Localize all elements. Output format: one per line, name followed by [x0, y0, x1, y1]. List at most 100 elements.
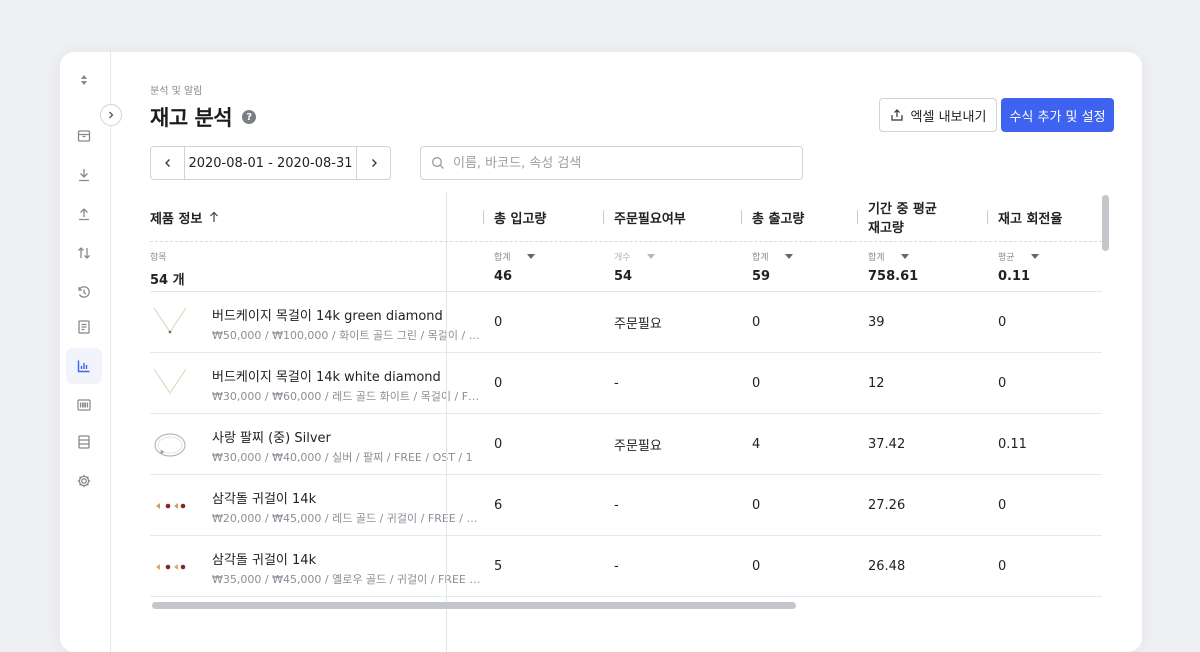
- cell-order-needed: 주문필요: [614, 317, 662, 332]
- product-name[interactable]: 사랑 팔찌 (중) Silver: [212, 427, 331, 446]
- chevron-right-icon: [371, 159, 377, 167]
- col-header-order-needed-label: 주문필요여부: [614, 211, 686, 227]
- col-header-inbound-label: 총 입고량: [494, 211, 547, 227]
- summary-outbound-label: 합계: [752, 253, 769, 263]
- barcode-icon[interactable]: [66, 387, 102, 423]
- cell-turnover: 0: [998, 315, 1007, 330]
- cell-inbound: 6: [494, 498, 503, 513]
- summary-avg-stock[interactable]: 합계 758.61: [868, 250, 918, 284]
- product-name[interactable]: 버드케이지 목걸이 14k green diamond: [212, 305, 443, 324]
- table-header: 제품 정보 총 입고량 주문필요여부 총 출고량 기간 중 평균 재고량 재고 …: [150, 192, 1102, 242]
- product-meta: ₩30,000 / ₩60,000 / 레드 골드 화이트 / 목걸이 / FR…: [212, 390, 482, 403]
- caret-down-icon[interactable]: [784, 254, 793, 259]
- cell-avg-stock: 39: [868, 315, 885, 330]
- vertical-scrollbar[interactable]: [1102, 195, 1109, 251]
- sidebar-expand-button[interactable]: [100, 104, 122, 126]
- cell-avg-stock: 27.26: [868, 498, 906, 513]
- cell-inbound: 5: [494, 559, 503, 574]
- help-icon[interactable]: ?: [242, 110, 257, 124]
- table-row[interactable]: 삼각돌 귀걸이 14k ₩35,000 / ₩45,000 / 옐로우 골드 /…: [150, 536, 1102, 597]
- summary-outbound-value: 59: [752, 269, 771, 284]
- summary-product: 항목 54 개: [150, 250, 185, 288]
- document-icon[interactable]: [66, 309, 102, 345]
- product-meta: ₩35,000 / ₩45,000 / 옐로우 골드 / 귀걸이 / FREE …: [212, 573, 482, 586]
- cell-inbound: 0: [494, 315, 503, 330]
- horizontal-scrollbar[interactable]: [152, 602, 796, 609]
- table-row[interactable]: 삼각돌 귀걸이 14k ₩20,000 / ₩45,000 / 레드 골드 / …: [150, 475, 1102, 536]
- summary-avg-stock-value: 758.61: [868, 269, 919, 284]
- cell-order-needed: -: [614, 498, 619, 513]
- caret-down-icon[interactable]: [900, 254, 909, 259]
- caret-down-icon[interactable]: [1030, 254, 1039, 259]
- cell-turnover: 0: [998, 498, 1007, 513]
- frozen-column-divider: [446, 192, 447, 652]
- cell-inbound: 0: [494, 437, 503, 452]
- caret-down-icon[interactable]: [646, 254, 655, 259]
- gear-icon[interactable]: [66, 463, 102, 499]
- cell-turnover: 0: [998, 559, 1007, 574]
- cell-outbound: 0: [752, 376, 761, 391]
- search-box: [420, 146, 803, 180]
- add-formula-button[interactable]: 수식 추가 및 설정: [1001, 98, 1114, 132]
- title-row: 재고 분석 ?: [150, 102, 257, 132]
- summary-row: 항목 54 개 합계 46 개수 54 합계 59 합계 758.61 평균 0…: [150, 242, 1102, 292]
- earring-thumbnail: [156, 564, 186, 570]
- breadcrumb: 분석 및 알림: [150, 86, 203, 97]
- cell-order-needed: -: [614, 559, 619, 574]
- summary-avg-stock-label: 합계: [868, 253, 885, 263]
- summary-outbound[interactable]: 합계 59: [752, 250, 793, 284]
- sort-toggle-icon[interactable]: [66, 62, 102, 98]
- main-content: 분석 및 알림 재고 분석 ? 엑셀 내보내기 수식 추가 및 설정 2020-…: [112, 52, 1142, 652]
- product-name[interactable]: 삼각돌 귀걸이 14k: [212, 488, 316, 507]
- date-range-value[interactable]: 2020-08-01 - 2020-08-31: [185, 147, 356, 179]
- export-icon: [890, 109, 903, 121]
- product-meta: ₩50,000 / ₩100,000 / 화이트 골드 그린 / 목걸이 / F…: [212, 329, 482, 342]
- export-excel-button[interactable]: 엑셀 내보내기: [879, 98, 997, 132]
- page-title: 재고 분석: [150, 106, 233, 130]
- sort-ascending-icon[interactable]: [208, 211, 220, 223]
- col-header-avg-stock-line1: 기간 중 평균: [868, 202, 937, 217]
- bar-chart-icon[interactable]: [66, 348, 102, 384]
- product-meta: ₩30,000 / ₩40,000 / 실버 / 팔찌 / FREE / OST…: [212, 451, 473, 464]
- col-header-avg-stock[interactable]: 기간 중 평균 재고량: [857, 192, 937, 242]
- transfer-icon[interactable]: [66, 235, 102, 271]
- prev-period-button[interactable]: [151, 147, 185, 179]
- summary-inbound-value: 46: [494, 269, 513, 284]
- history-icon[interactable]: [66, 274, 102, 310]
- summary-turnover[interactable]: 평균 0.11: [998, 250, 1039, 284]
- col-header-outbound-label: 총 출고량: [752, 211, 805, 227]
- table-row[interactable]: 버드케이지 목걸이 14k white diamond ₩30,000 / ₩6…: [150, 353, 1102, 414]
- col-header-product[interactable]: 제품 정보: [150, 192, 220, 242]
- cell-avg-stock: 26.48: [868, 559, 906, 574]
- col-header-turnover-label: 재고 회전율: [998, 211, 1063, 227]
- summary-turnover-value: 0.11: [998, 269, 1031, 284]
- table-row[interactable]: 사랑 팔찌 (중) Silver ₩30,000 / ₩40,000 / 실버 …: [150, 414, 1102, 475]
- cell-outbound: 0: [752, 498, 761, 513]
- cell-order-needed: 주문필요: [614, 439, 662, 454]
- box-icon[interactable]: [66, 118, 102, 154]
- necklace-thumbnail: [153, 368, 187, 395]
- product-meta: ₩20,000 / ₩45,000 / 레드 골드 / 귀걸이 / FREE /…: [212, 512, 482, 525]
- download-icon[interactable]: [66, 157, 102, 193]
- col-header-outbound[interactable]: 총 출고량: [741, 192, 805, 242]
- cell-inbound: 0: [494, 376, 503, 391]
- summary-inbound[interactable]: 합계 46: [494, 250, 535, 284]
- caret-down-icon[interactable]: [526, 254, 535, 259]
- summary-order-needed[interactable]: 개수 54: [614, 250, 655, 284]
- next-period-button[interactable]: [356, 147, 390, 179]
- list-icon[interactable]: [66, 424, 102, 460]
- date-range-picker: 2020-08-01 - 2020-08-31: [150, 146, 391, 180]
- product-name[interactable]: 삼각돌 귀걸이 14k: [212, 549, 316, 568]
- col-header-avg-stock-line2: 재고량: [868, 221, 904, 236]
- search-input[interactable]: [453, 155, 783, 171]
- table-row[interactable]: 버드케이지 목걸이 14k green diamond ₩50,000 / ₩1…: [150, 292, 1102, 353]
- cell-avg-stock: 37.42: [868, 437, 906, 452]
- earring-thumbnail: [156, 503, 186, 509]
- col-header-inbound[interactable]: 총 입고량: [483, 192, 547, 242]
- col-header-order-needed[interactable]: 주문필요여부: [603, 192, 686, 242]
- upload-icon[interactable]: [66, 196, 102, 232]
- col-header-turnover[interactable]: 재고 회전율: [987, 192, 1063, 242]
- bracelet-thumbnail: [154, 433, 186, 457]
- col-header-product-label: 제품 정보: [150, 211, 203, 227]
- product-name[interactable]: 버드케이지 목걸이 14k white diamond: [212, 366, 441, 385]
